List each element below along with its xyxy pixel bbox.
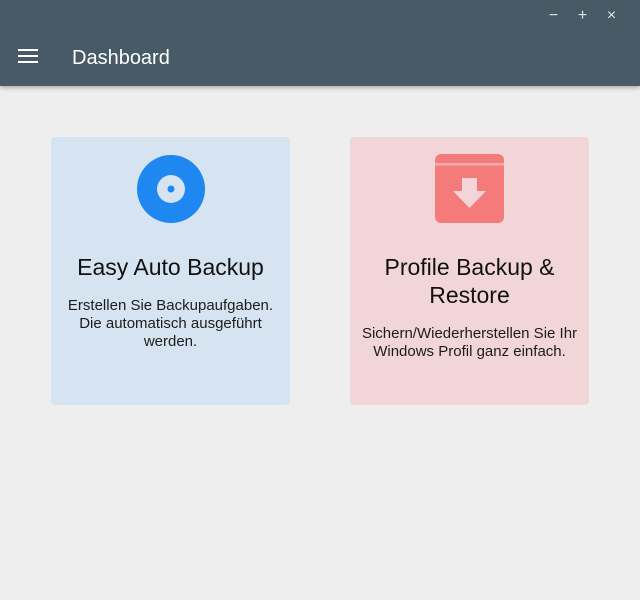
close-button[interactable]: ×: [597, 6, 626, 26]
page-title: Dashboard: [72, 47, 170, 69]
hamburger-menu-icon[interactable]: [18, 49, 38, 65]
app-bar: − + × Dashboard: [0, 0, 640, 86]
disc-icon: [137, 155, 205, 223]
profile-backup-restore-card[interactable]: Profile Backup & Restore Sichern/Wiederh…: [350, 137, 589, 405]
maximize-button[interactable]: +: [568, 6, 597, 26]
card-title: Easy Auto Backup: [77, 254, 264, 280]
card-description: Erstellen Sie Backupaufgaben. Die automa…: [67, 297, 274, 350]
easy-auto-backup-card[interactable]: Easy Auto Backup Erstellen Sie Backupauf…: [51, 137, 290, 405]
archive-box-icon: [435, 154, 504, 223]
card-title: Profile Backup & Restore: [384, 254, 555, 308]
card-description: Sichern/Wiederherstellen Sie Ihr Windows…: [361, 325, 578, 360]
minimize-button[interactable]: −: [539, 6, 568, 26]
window-controls: − + ×: [539, 6, 626, 26]
